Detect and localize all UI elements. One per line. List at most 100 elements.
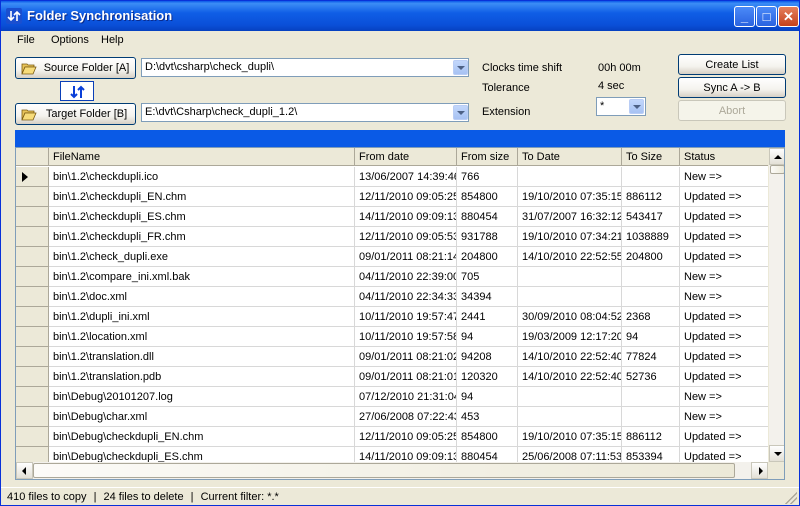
swap-folders-button[interactable] bbox=[60, 81, 94, 101]
cell-to-size[interactable]: 52736 bbox=[622, 367, 680, 387]
cell-filename[interactable]: bin\1.2\compare_ini.xml.bak bbox=[49, 267, 355, 287]
row-header[interactable] bbox=[16, 407, 49, 427]
sync-button[interactable]: Sync A -> B bbox=[678, 77, 786, 98]
cell-to-size[interactable]: 1038889 bbox=[622, 227, 680, 247]
cell-from-size[interactable]: 854800 bbox=[457, 187, 518, 207]
cell-status[interactable]: Updated => bbox=[680, 227, 768, 247]
cell-from-date[interactable]: 07/12/2010 21:31:04 bbox=[355, 387, 457, 407]
scroll-up-button[interactable] bbox=[769, 148, 784, 165]
cell-filename[interactable]: bin\1.2\checkdupli.ico bbox=[49, 167, 355, 187]
cell-to-date[interactable]: 19/10/2010 07:35:15 bbox=[518, 187, 622, 207]
column-header-status[interactable]: Status bbox=[680, 148, 768, 166]
cell-status[interactable]: New => bbox=[680, 267, 768, 287]
table-row[interactable]: bin\1.2\translation.pdb 09/01/2011 08:21:… bbox=[16, 367, 768, 387]
cell-status[interactable]: New => bbox=[680, 287, 768, 307]
cell-from-date[interactable]: 04/11/2010 22:39:00 bbox=[355, 267, 457, 287]
cell-to-date[interactable] bbox=[518, 387, 622, 407]
cell-filename[interactable]: bin\Debug\char.xml bbox=[49, 407, 355, 427]
cell-to-date[interactable] bbox=[518, 167, 622, 187]
row-header[interactable] bbox=[16, 307, 49, 327]
cell-from-size[interactable]: 854800 bbox=[457, 427, 518, 447]
cell-status[interactable]: Updated => bbox=[680, 187, 768, 207]
cell-filename[interactable]: bin\1.2\translation.dll bbox=[49, 347, 355, 367]
cell-from-size[interactable]: 705 bbox=[457, 267, 518, 287]
cell-to-size[interactable] bbox=[622, 167, 680, 187]
cell-status[interactable]: Updated => bbox=[680, 307, 768, 327]
cell-to-size[interactable] bbox=[622, 387, 680, 407]
cell-from-date[interactable]: 13/06/2007 14:39:46 bbox=[355, 167, 457, 187]
horizontal-scroll-thumb[interactable] bbox=[33, 463, 735, 478]
scroll-left-button[interactable] bbox=[16, 462, 33, 479]
cell-from-size[interactable]: 94208 bbox=[457, 347, 518, 367]
cell-to-size[interactable]: 77824 bbox=[622, 347, 680, 367]
column-header-from-date[interactable]: From date bbox=[355, 148, 457, 166]
cell-to-size[interactable] bbox=[622, 407, 680, 427]
table-row[interactable]: bin\1.2\checkdupli_FR.chm 12/11/2010 09:0… bbox=[16, 227, 768, 247]
cell-from-size[interactable]: 94 bbox=[457, 327, 518, 347]
cell-status[interactable]: Updated => bbox=[680, 327, 768, 347]
cell-from-size[interactable]: 204800 bbox=[457, 247, 518, 267]
cell-filename[interactable]: bin\1.2\checkdupli_EN.chm bbox=[49, 187, 355, 207]
cell-from-size[interactable]: 880454 bbox=[457, 207, 518, 227]
cell-status[interactable]: Updated => bbox=[680, 247, 768, 267]
horizontal-scrollbar[interactable] bbox=[16, 462, 768, 479]
row-header[interactable] bbox=[16, 267, 49, 287]
cell-from-date[interactable]: 14/11/2010 09:09:13 bbox=[355, 207, 457, 227]
table-row[interactable]: bin\1.2\checkdupli_EN.chm 12/11/2010 09:0… bbox=[16, 187, 768, 207]
cell-to-size[interactable]: 886112 bbox=[622, 427, 680, 447]
cell-to-date[interactable] bbox=[518, 267, 622, 287]
vertical-scrollbar[interactable] bbox=[768, 148, 784, 462]
cell-status[interactable]: Updated => bbox=[680, 207, 768, 227]
cell-status[interactable]: Updated => bbox=[680, 427, 768, 447]
row-header[interactable] bbox=[16, 347, 49, 367]
create-list-button[interactable]: Create List bbox=[678, 54, 786, 75]
cell-from-date[interactable]: 09/01/2011 08:21:01 bbox=[355, 367, 457, 387]
cell-filename[interactable]: bin\1.2\check_dupli.exe bbox=[49, 247, 355, 267]
row-header[interactable] bbox=[16, 167, 49, 187]
tolerance-value[interactable]: 4 sec bbox=[598, 80, 624, 92]
row-header[interactable] bbox=[16, 427, 49, 447]
cell-filename[interactable]: bin\1.2\doc.xml bbox=[49, 287, 355, 307]
cell-to-date[interactable]: 19/10/2010 07:34:21 bbox=[518, 227, 622, 247]
scroll-right-button[interactable] bbox=[751, 462, 768, 479]
source-folder-combo[interactable]: D:\dvt\csharp\check_dupli\ bbox=[141, 58, 469, 77]
table-row[interactable]: bin\1.2\location.xml 10/11/2010 19:57:58 9… bbox=[16, 327, 768, 347]
cell-from-size[interactable]: 120320 bbox=[457, 367, 518, 387]
target-folder-dropdown-arrow[interactable] bbox=[453, 105, 468, 120]
title-bar[interactable]: Folder Synchronisation _ □ ✕ bbox=[1, 1, 799, 31]
cell-filename[interactable]: bin\1.2\checkdupli_FR.chm bbox=[49, 227, 355, 247]
cell-from-size[interactable]: 94 bbox=[457, 387, 518, 407]
row-header[interactable] bbox=[16, 187, 49, 207]
cell-to-date[interactable] bbox=[518, 287, 622, 307]
file-list-grid[interactable]: FileName From date From size To Date To … bbox=[15, 147, 785, 480]
close-button[interactable]: ✕ bbox=[778, 6, 799, 27]
cell-status[interactable]: Updated => bbox=[680, 367, 768, 387]
cell-from-date[interactable]: 12/11/2010 09:05:25 bbox=[355, 427, 457, 447]
cell-from-size[interactable]: 766 bbox=[457, 167, 518, 187]
cell-from-size[interactable]: 931788 bbox=[457, 227, 518, 247]
cell-to-size[interactable]: 204800 bbox=[622, 247, 680, 267]
cell-filename[interactable]: bin\1.2\checkdupli_ES.chm bbox=[49, 207, 355, 227]
table-row[interactable]: bin\1.2\check_dupli.exe 09/01/2011 08:21:… bbox=[16, 247, 768, 267]
target-folder-button[interactable]: Target Folder [B] bbox=[15, 103, 136, 125]
source-folder-button[interactable]: Source Folder [A] bbox=[15, 57, 136, 79]
clock-shift-value[interactable]: 00h 00m bbox=[598, 62, 641, 74]
cell-filename[interactable]: bin\1.2\location.xml bbox=[49, 327, 355, 347]
cell-from-size[interactable]: 453 bbox=[457, 407, 518, 427]
menu-help[interactable]: Help bbox=[101, 34, 124, 46]
row-header[interactable] bbox=[16, 287, 49, 307]
column-header-filename[interactable]: FileName bbox=[49, 148, 355, 166]
row-header[interactable] bbox=[16, 247, 49, 267]
cell-to-date[interactable]: 31/07/2007 16:32:12 bbox=[518, 207, 622, 227]
cell-to-size[interactable]: 2368 bbox=[622, 307, 680, 327]
menu-file[interactable]: File bbox=[17, 34, 35, 46]
cell-filename[interactable]: bin\Debug\20101207.log bbox=[49, 387, 355, 407]
table-row[interactable]: bin\Debug\checkdupli_EN.chm 12/11/2010 09… bbox=[16, 427, 768, 447]
cell-to-date[interactable] bbox=[518, 407, 622, 427]
cell-to-date[interactable]: 14/10/2010 22:52:40 bbox=[518, 347, 622, 367]
column-header-to-size[interactable]: To Size bbox=[622, 148, 680, 166]
cell-status[interactable]: New => bbox=[680, 167, 768, 187]
maximize-button[interactable]: □ bbox=[756, 6, 777, 27]
cell-to-size[interactable] bbox=[622, 287, 680, 307]
cell-to-date[interactable]: 30/09/2010 08:04:52 bbox=[518, 307, 622, 327]
